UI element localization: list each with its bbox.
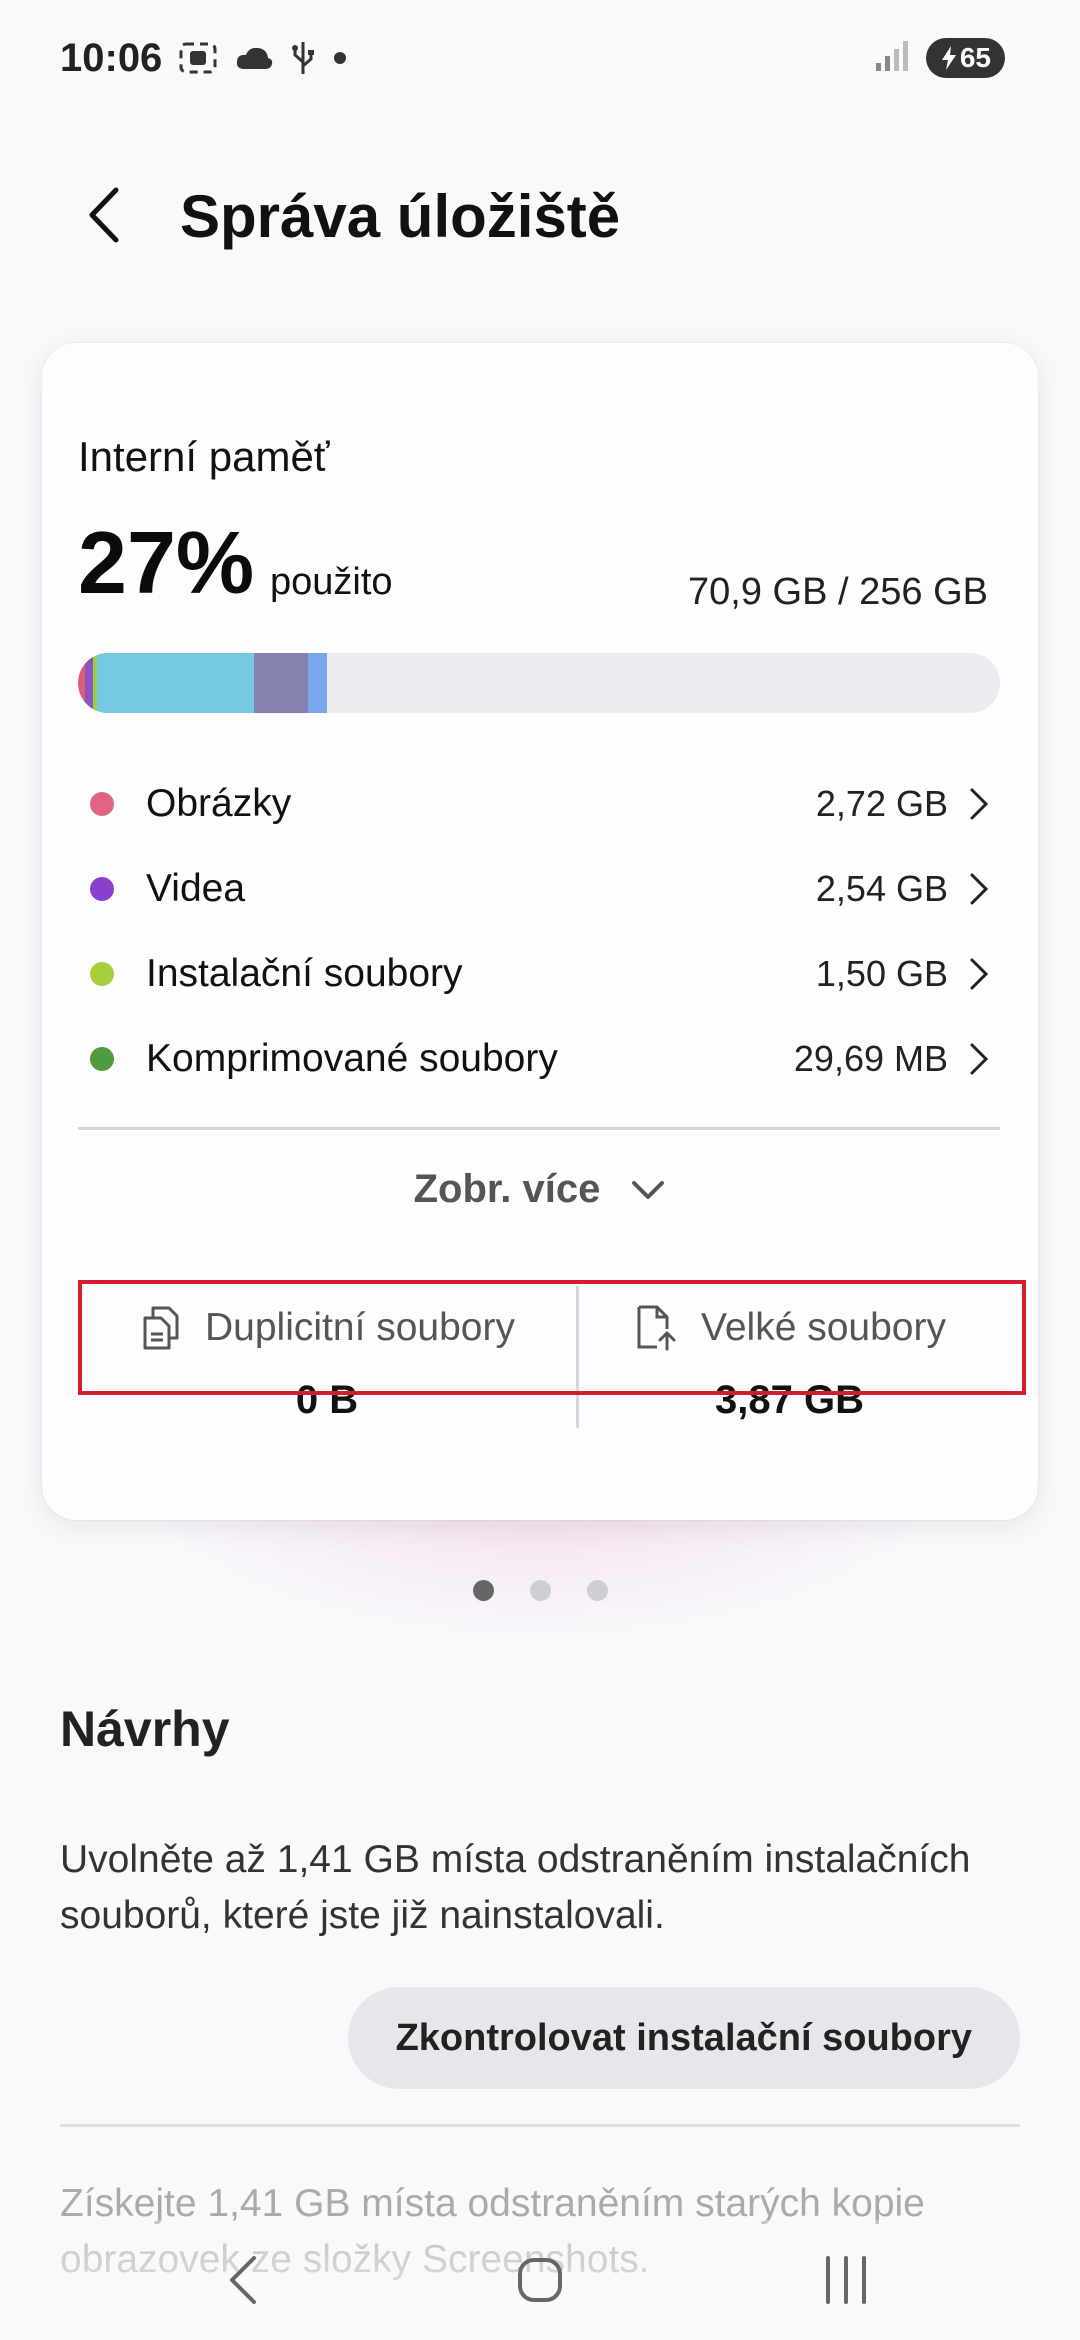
status-time: 10:06: [60, 36, 163, 80]
chevron-down-icon: [632, 1180, 665, 1199]
category-dot: [90, 1046, 114, 1071]
page-dot[interactable]: [472, 1580, 494, 1601]
category-dot: [90, 961, 114, 986]
usage-segment-pink: [78, 653, 86, 713]
category-dot: [90, 791, 114, 816]
nav-home-button[interactable]: [500, 2240, 580, 2320]
category-size: 29,69 MB: [793, 1037, 948, 1079]
show-more-label: Zobr. více: [413, 1167, 601, 1211]
navigation-bar: [0, 2220, 1080, 2340]
usage-segment-purple: [85, 653, 93, 713]
page-title: Správa úložiště: [180, 183, 621, 250]
suggestion-text: Uvolněte až 1,41 GB místa odstraněním in…: [60, 1838, 971, 1937]
battery-charging-icon: 65: [925, 38, 1005, 78]
chevron-right-icon: [970, 873, 989, 904]
status-right: 65: [874, 38, 1005, 78]
highlight-box: [78, 1280, 1026, 1395]
category-size: 2,54 GB: [815, 867, 948, 909]
category-label: Instalační soubory: [146, 951, 463, 995]
category-size: 1,50 GB: [815, 952, 948, 994]
back-button[interactable]: [70, 180, 140, 250]
category-row-install-files[interactable]: Instalační soubory 1,50 GB: [78, 931, 1000, 1016]
dot-icon: [332, 50, 348, 71]
nav-recents-button[interactable]: [806, 2240, 886, 2320]
card-divider: [78, 1127, 1000, 1130]
usb-icon: [290, 40, 316, 81]
used-label: použito: [270, 561, 393, 603]
storage-usage-bar: [78, 653, 1000, 713]
usage-segment-blue: [307, 653, 327, 713]
category-row-videos[interactable]: Videa 2,54 GB: [78, 846, 1000, 931]
category-label: Videa: [146, 866, 246, 910]
storage-capacity: 70,9 GB / 256 GB: [688, 571, 988, 613]
chevron-right-icon: [970, 788, 989, 819]
used-percent: 27%: [78, 513, 255, 612]
status-bar: 10:06 65: [0, 0, 1080, 120]
screenshot-icon: [178, 41, 218, 80]
page-dot[interactable]: [586, 1580, 608, 1601]
app-header: Správa úložiště: [0, 160, 1080, 270]
status-icons: [178, 40, 348, 81]
suggestions-title: Návrhy: [60, 1701, 230, 1757]
back-arrow-icon: [89, 187, 119, 243]
battery-level: 65: [959, 42, 991, 73]
category-label: Obrázky: [146, 781, 292, 825]
nav-recents-icon: [826, 2256, 866, 2304]
signal-icon: [874, 39, 910, 78]
category-label: Komprimované soubory: [146, 1036, 558, 1080]
nav-back-button[interactable]: [202, 2240, 282, 2320]
category-list: Obrázky 2,72 GB Videa 2,54 GB Instalační…: [78, 761, 1000, 1101]
usage-segment-slate: [254, 653, 308, 713]
suggestion-divider: [60, 2124, 1020, 2127]
page-indicator: [0, 1580, 1080, 1601]
page-dot[interactable]: [529, 1580, 551, 1601]
storage-title: Interní paměť: [78, 433, 330, 480]
usage-segment-light-blue: [97, 653, 255, 713]
nav-back-icon: [230, 2256, 256, 2304]
category-size: 2,72 GB: [815, 782, 948, 824]
show-more-button[interactable]: Zobr. více: [42, 1167, 1038, 1212]
category-row-compressed-files[interactable]: Komprimované soubory 29,69 MB: [78, 1016, 1000, 1101]
category-dot: [90, 876, 114, 901]
nav-home-icon: [518, 2258, 562, 2302]
review-install-files-button[interactable]: Zkontrolovat instalační soubory: [347, 1987, 1020, 2089]
category-row-images[interactable]: Obrázky 2,72 GB: [78, 761, 1000, 846]
chevron-right-icon: [970, 1043, 989, 1074]
weather-icon: [234, 43, 274, 78]
chevron-right-icon: [970, 958, 989, 989]
